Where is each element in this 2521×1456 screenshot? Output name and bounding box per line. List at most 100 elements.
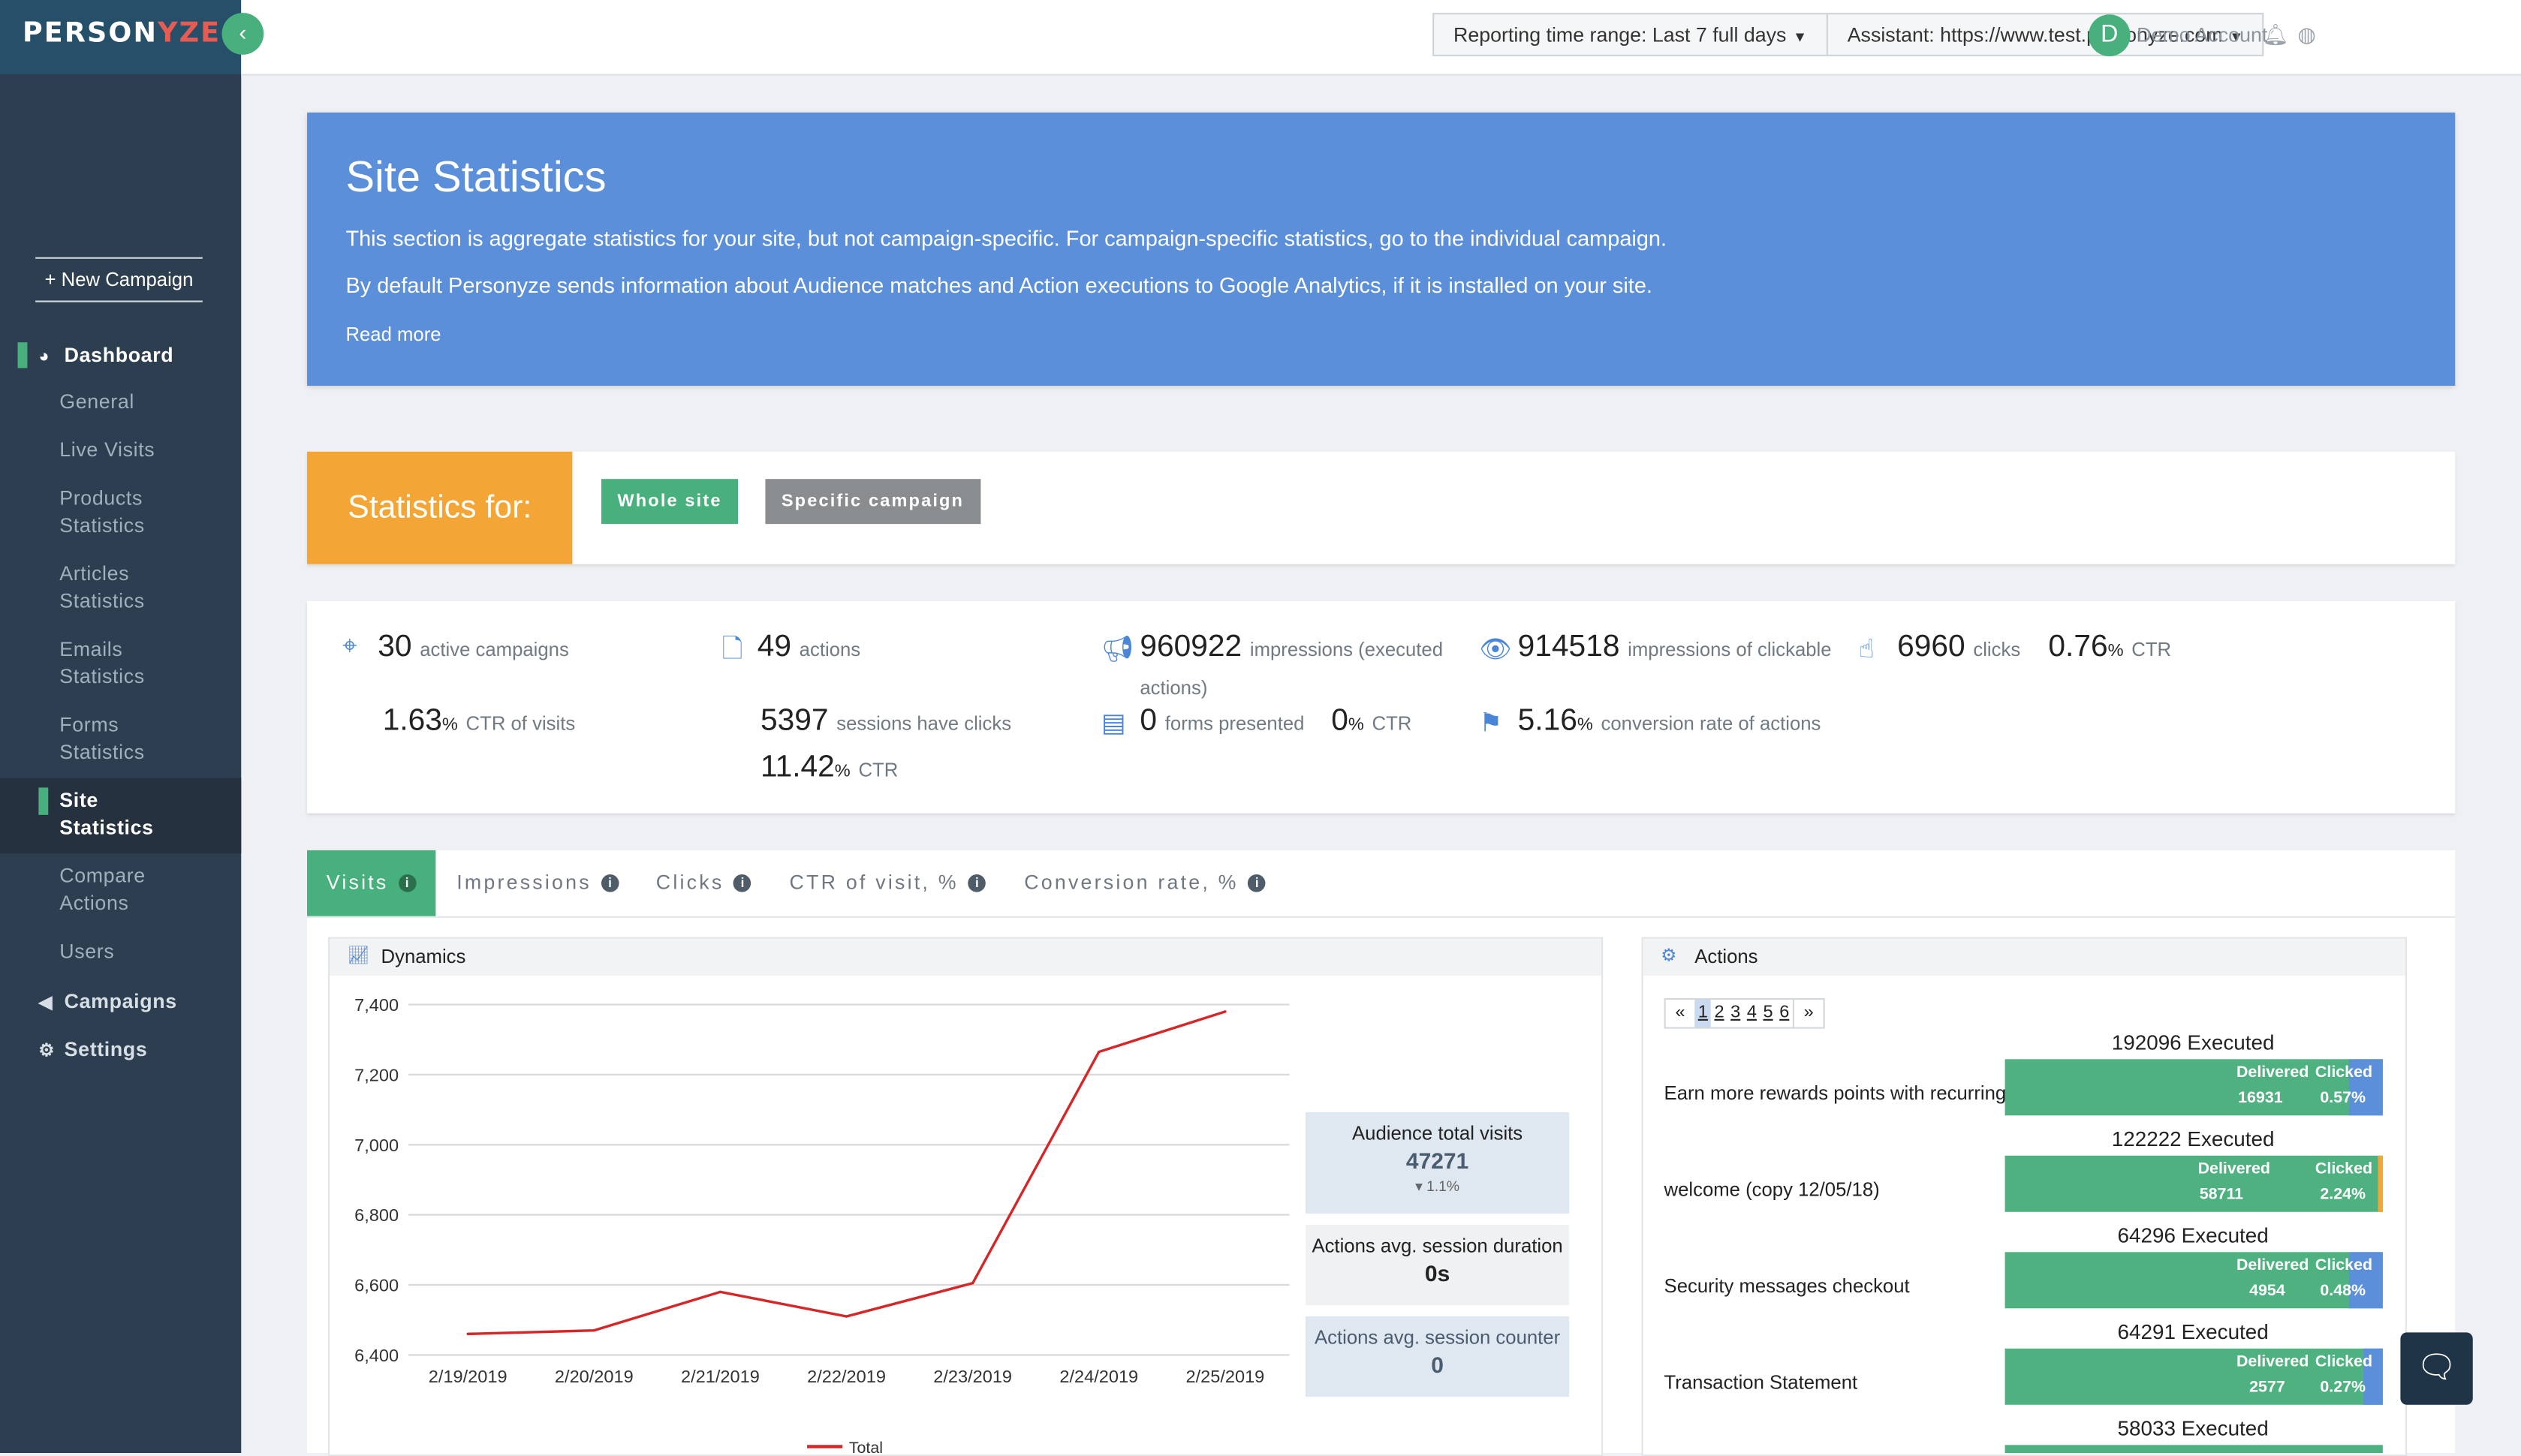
whole-site-button[interactable]: Whole site [601, 479, 739, 525]
sidebar-item-emails-statistics[interactable]: Emails Statistics [0, 627, 241, 702]
tab-conversion-rate[interactable]: Conversion rate, % i [1024, 850, 1267, 916]
info-icon[interactable]: i [733, 874, 751, 892]
kpi-value: 0.76 [2048, 630, 2108, 664]
sidebar-item-users[interactable]: Users [0, 929, 241, 977]
kpi-actions: 🗋︎ 49 actions [722, 630, 861, 666]
kpi-unit: % [1577, 715, 1593, 735]
sidebar-item-label: Forms Statistics [59, 713, 145, 764]
delivered-value: 2577 [2249, 1379, 2285, 1397]
pager-page[interactable]: 3 [1727, 1000, 1744, 1027]
tab-divider [307, 916, 2456, 918]
action-executed-count: 192096 Executed [2111, 1030, 2275, 1054]
sidebar-item-settings[interactable]: ⚙ Settings [0, 1025, 241, 1073]
data-point [845, 1315, 848, 1318]
personyze-logo[interactable]: PERSONYZE [23, 18, 221, 50]
info-icon[interactable]: i [398, 874, 416, 892]
action-executed-count: 58033 Executed [2117, 1415, 2269, 1440]
tab-visits[interactable]: Visits i [307, 850, 435, 916]
specific-campaign-button[interactable]: Specific campaign [765, 479, 980, 525]
banner-description: This section is aggregate statistics for… [345, 226, 1667, 251]
reporting-time-range-select[interactable]: Reporting time range: Last 7 full days ▼ [1432, 13, 1828, 56]
kpi-forms: ▤ 0 forms presented [1101, 704, 1304, 739]
page-title: Site Statistics [345, 152, 607, 201]
sidebar-item-label: General [59, 390, 134, 414]
action-stats-bar[interactable] [2004, 1445, 2383, 1454]
tab-label: Conversion rate, % [1024, 871, 1239, 894]
sidebar-item-articles-statistics[interactable]: Articles Statistics [0, 552, 241, 627]
x-tick-label: 2/24/2019 [1059, 1367, 1138, 1386]
data-point [1098, 1050, 1101, 1054]
y-tick-label: 6,400 [354, 1346, 399, 1365]
avatar[interactable]: D [2088, 14, 2131, 56]
dynamics-chart: 6,400 6,600 6,800 7,000 7,200 7,400 2/19/2019 2… [354, 995, 1290, 1453]
sidebar-item-live-visits[interactable]: Live Visits [0, 428, 241, 476]
action-name[interactable]: Earn more rewards points with recurring [1664, 1081, 2007, 1104]
pager-prev[interactable]: « [1666, 1000, 1695, 1027]
clicked-value: 0.27% [2320, 1379, 2366, 1397]
action-name[interactable]: welcome (copy 12/05/18) [1664, 1178, 1880, 1201]
box-value: 0 [1431, 1352, 1444, 1378]
action-stats-bar[interactable]: Delivered Clicked 2577 0.27% [2004, 1348, 2383, 1405]
site-statistics-banner: Site Statistics This section is aggregat… [307, 112, 2456, 386]
clicked-label: Clicked [2315, 1160, 2373, 1178]
kpi-label: CTR of visits [465, 711, 576, 735]
sidebar-item-dashboard[interactable]: ◕ Dashboard [0, 331, 241, 379]
y-tick-label: 6,600 [354, 1276, 399, 1295]
pager-page[interactable]: 1 [1694, 1000, 1712, 1027]
sidebar: PERSONYZE + New Campaign ◕ Dashboard Gene… [0, 0, 242, 1454]
read-more-link[interactable]: Read more [345, 323, 441, 345]
pager-next[interactable]: » [1792, 1000, 1824, 1027]
kpi-ctr: 0.76% CTR [2048, 630, 2171, 666]
kpi-unit: % [2107, 641, 2124, 661]
chevron-left-icon: ‹ [239, 19, 247, 45]
tab-ctr-of-visit[interactable]: CTR of visit, % i [790, 850, 986, 916]
kpi-label: clicks [1973, 638, 2021, 661]
sidebar-item-label: Settings [64, 1038, 148, 1061]
globe-icon[interactable]: ◍ [2297, 23, 2315, 48]
tab-impressions[interactable]: Impressions i [456, 850, 619, 916]
statistics-for-title: Statistics for: [307, 451, 573, 564]
collapse-sidebar-button[interactable]: ‹ [221, 13, 264, 55]
sidebar-item-general[interactable]: General [0, 379, 241, 427]
x-tick-label: 2/23/2019 [933, 1367, 1012, 1386]
legend-label: Total [849, 1439, 883, 1453]
panel-title: Actions [1694, 945, 1758, 968]
tab-clicks[interactable]: Clicks i [656, 850, 751, 916]
info-icon[interactable]: i [601, 874, 619, 892]
sidebar-item-site-statistics[interactable]: Site Statistics [0, 778, 242, 854]
pager-page[interactable]: 2 [1711, 1000, 1727, 1027]
select-value: Reporting time range: Last 7 full days [1453, 24, 1787, 47]
sidebar-item-products-statistics[interactable]: Products Statistics [0, 476, 241, 552]
data-point [1224, 1010, 1227, 1013]
chat-button[interactable]: 🗨︎ [2400, 1332, 2473, 1405]
data-point [592, 1328, 596, 1332]
kpi-value: 5397 [760, 704, 829, 738]
clicked-label: Clicked [2315, 1353, 2373, 1371]
pager-page[interactable]: 4 [1744, 1000, 1760, 1027]
sidebar-item-compare-actions[interactable]: Compare Actions [0, 853, 241, 929]
kpi-label: impressions (executed [1249, 638, 1444, 661]
sidebar-item-label: Dashboard [64, 344, 174, 367]
action-name[interactable]: Transaction Statement [1664, 1371, 1858, 1394]
info-icon[interactable]: i [1248, 874, 1267, 892]
kpi-ctr-visits: 1.63% CTR of visits [383, 704, 576, 739]
account-name[interactable]: Demo Account [2137, 24, 2267, 47]
pager-page[interactable]: 6 [1776, 1000, 1793, 1027]
top-bar: Reporting time range: Last 7 full days ▼ … [241, 0, 2521, 76]
new-campaign-button[interactable]: + New Campaign [35, 257, 203, 302]
action-stats-bar[interactable]: Delivered Clicked 58711 2.24% [2004, 1155, 2383, 1212]
kpi-label: forms presented [1164, 711, 1305, 735]
sidebar-item-campaigns[interactable]: ◀ Campaigns [0, 977, 241, 1025]
pager-page[interactable]: 5 [1760, 1000, 1776, 1027]
action-stats-bar[interactable]: Delivered Clicked 4954 0.48% [2004, 1252, 2383, 1309]
box-change: ▾ 1.1% [1415, 1178, 1460, 1195]
kpi-active-campaigns: ⌖ 30 active campaigns [342, 630, 569, 666]
info-icon[interactable]: i [968, 874, 986, 892]
action-stats-bar[interactable]: Delivered Clicked 16931 0.57% [2004, 1059, 2383, 1116]
dynamics-header: 📈︎ Dynamics [330, 938, 1602, 976]
chat-icon: 🗨︎ [2416, 1349, 2457, 1386]
y-tick-label: 6,800 [354, 1205, 399, 1225]
banner-description-ga: By default Personyze sends information a… [345, 273, 1652, 298]
action-name[interactable]: Security messages checkout [1664, 1274, 1910, 1297]
sidebar-item-forms-statistics[interactable]: Forms Statistics [0, 702, 241, 778]
